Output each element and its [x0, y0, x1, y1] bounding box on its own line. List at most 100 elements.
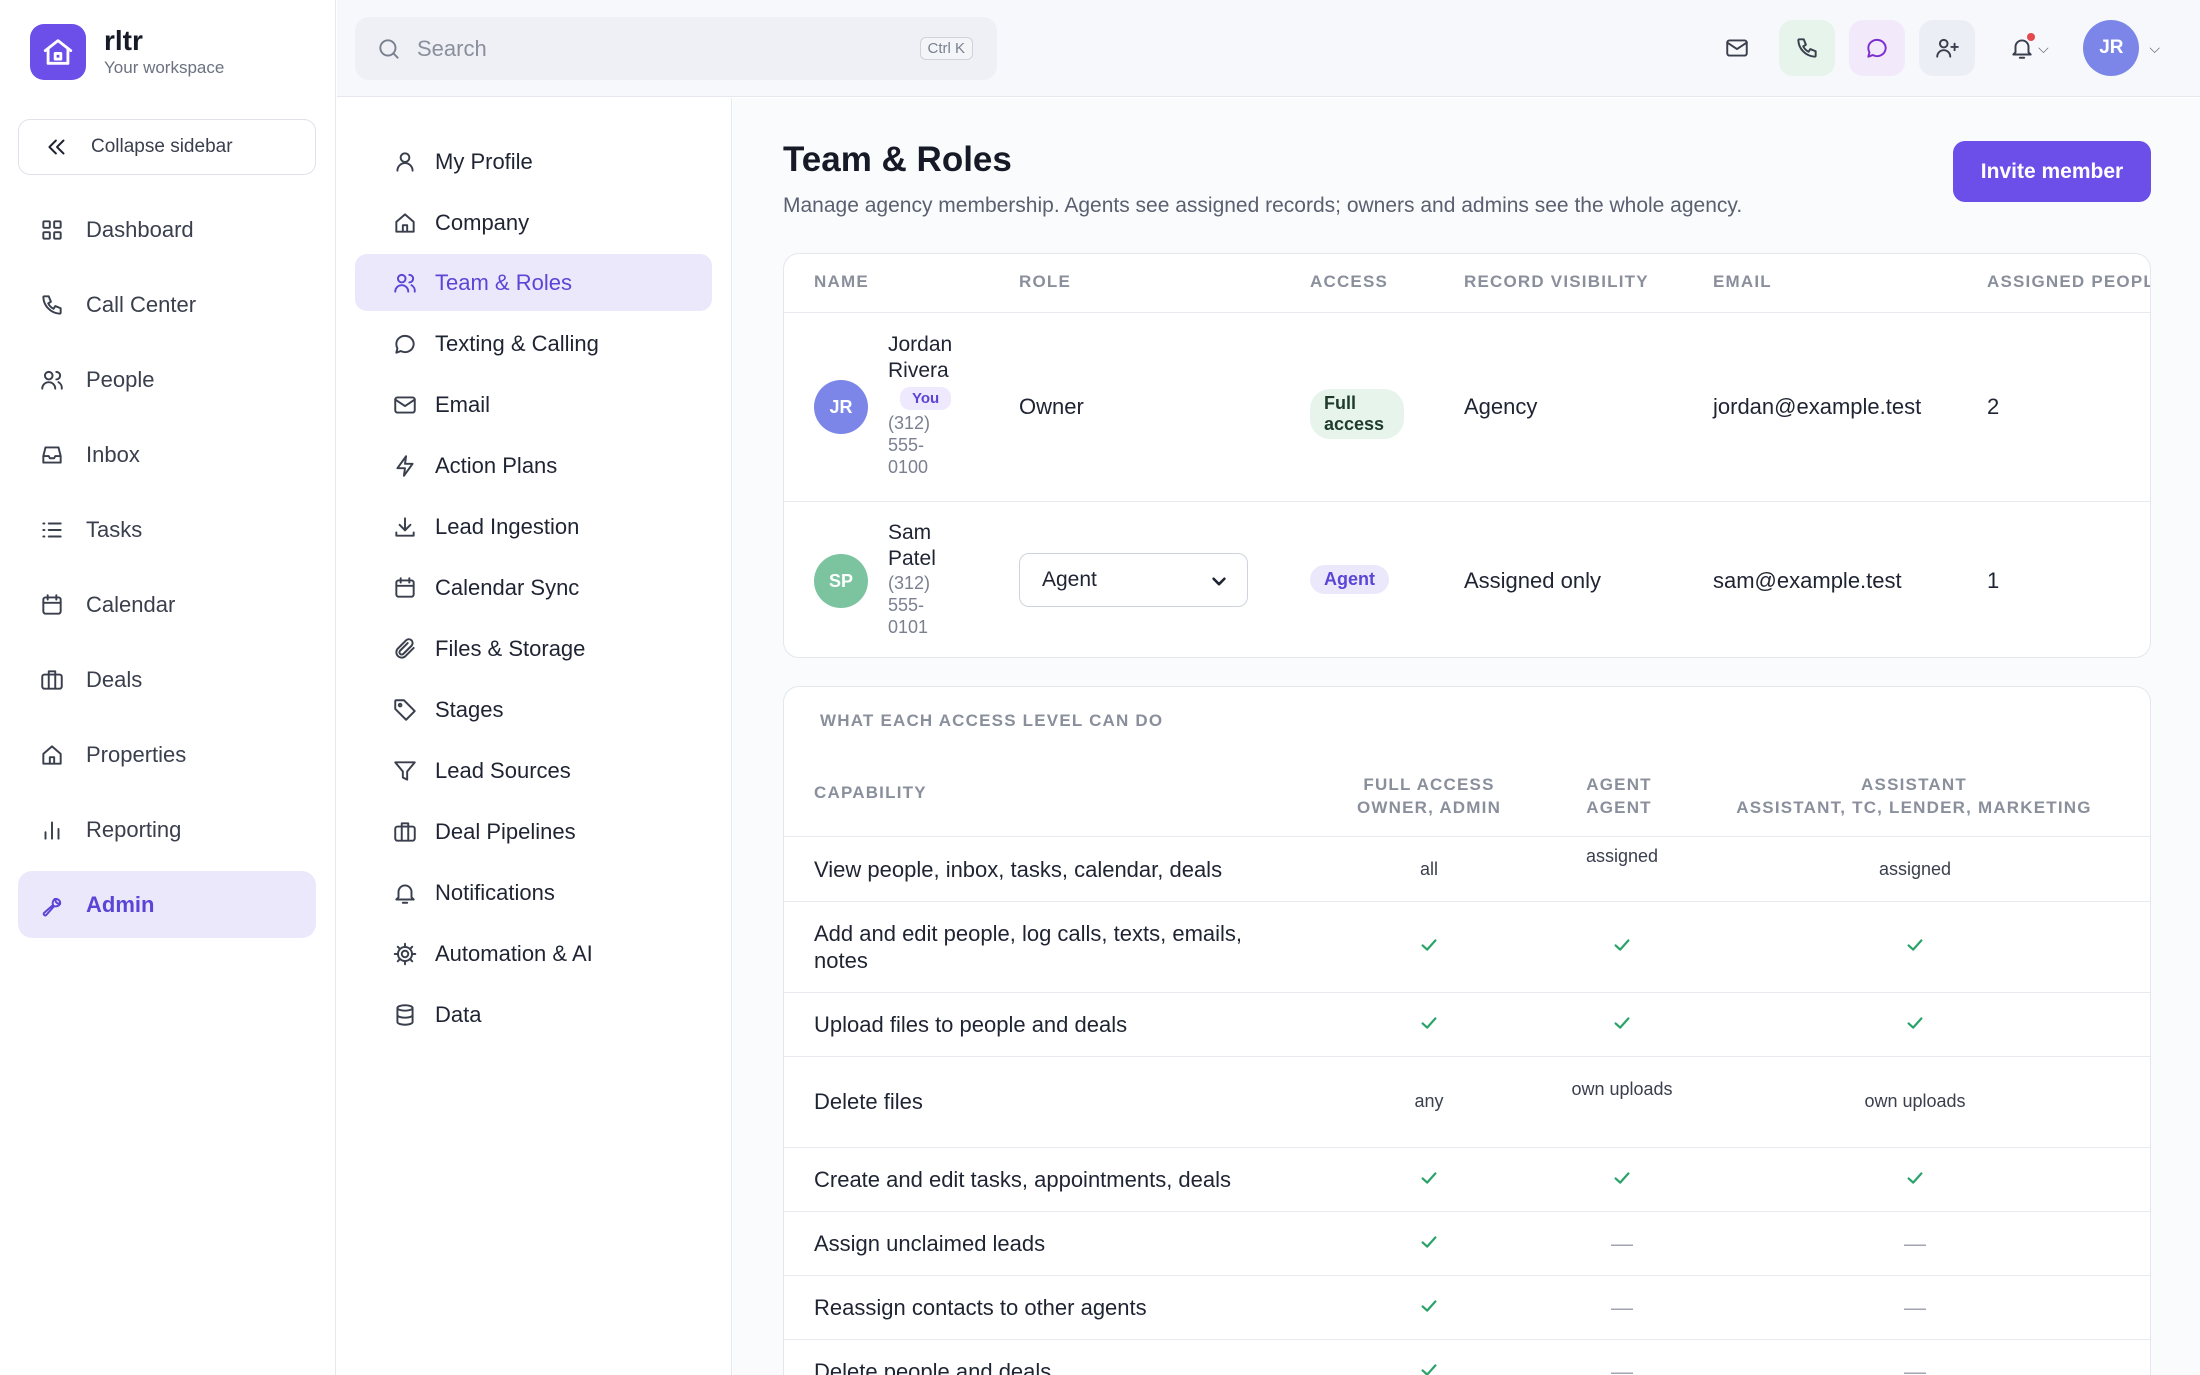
column-header-role: ROLE — [1019, 272, 1072, 291]
sidebar-item-properties[interactable]: Properties — [18, 721, 316, 788]
settings-item-team-roles[interactable]: Team & Roles — [355, 254, 712, 311]
sidebar-item-tasks[interactable]: Tasks — [18, 496, 316, 563]
check-icon — [1557, 934, 1687, 963]
record-visibility: Agency — [1464, 394, 1538, 419]
user-icon — [391, 148, 419, 176]
capability-label: Delete people and deals — [814, 1358, 1052, 1375]
settings-item-company[interactable]: Company — [355, 194, 712, 251]
settings-item-calendar-sync[interactable]: Calendar Sync — [355, 559, 712, 616]
column-header-access: ACCESS — [1310, 272, 1389, 291]
settings-item-label: Company — [435, 209, 530, 235]
row-divider — [784, 992, 2150, 993]
member-phone: (312) 555-0101 — [888, 573, 931, 637]
collapse-sidebar-button[interactable]: Collapse sidebar — [18, 119, 316, 175]
sidebar-item-label: People — [86, 366, 155, 392]
row-divider — [784, 1211, 2150, 1212]
sidebar-item-label: Deals — [86, 666, 143, 692]
list-icon — [38, 516, 66, 544]
settings-item-label: Email — [435, 391, 491, 417]
settings-item-notifications[interactable]: Notifications — [355, 864, 712, 921]
settings-item-stages[interactable]: Stages — [355, 681, 712, 738]
database-icon — [391, 1001, 419, 1029]
settings-item-my-profile[interactable]: My Profile — [355, 133, 712, 190]
download-icon — [391, 513, 419, 541]
record-visibility: Assigned only — [1464, 568, 1601, 593]
sidebar-item-label: Reporting — [86, 816, 182, 842]
mail-icon — [391, 391, 419, 419]
sidebar-item-admin[interactable]: Admin — [18, 871, 316, 938]
sidebar-item-reporting[interactable]: Reporting — [18, 796, 316, 863]
top-bar: Ctrl K ⌵ JR ⌵ — [337, 0, 2200, 97]
sidebar-item-label: Tasks — [86, 516, 143, 542]
access-badge: Agent — [1310, 565, 1389, 594]
messages-button[interactable] — [1849, 20, 1906, 76]
member-email: jordan@example.test — [1713, 394, 1922, 419]
avatar: JR — [2083, 20, 2140, 76]
role-select[interactable]: Agent — [1019, 553, 1248, 607]
row-divider — [784, 1056, 2150, 1057]
settings-item-label: Files & Storage — [435, 635, 586, 661]
dash-icon: — — [1611, 1358, 1633, 1375]
add-person-button[interactable] — [1919, 20, 1976, 76]
sidebar-item-label: Calendar — [86, 591, 176, 617]
assigned-count: 2 — [1987, 394, 2000, 419]
home-logo-icon — [30, 24, 86, 80]
column-header-assigned: ASSIGNED PEOPLE — [1987, 272, 2151, 291]
capability-label: Add and edit people, log calls, texts, e… — [814, 920, 1243, 973]
briefcase-icon — [38, 666, 66, 694]
settings-item-data[interactable]: Data — [355, 986, 712, 1043]
tag-icon — [391, 696, 419, 724]
dash-icon: — — [1904, 1294, 1926, 1320]
settings-item-label: Action Plans — [435, 452, 558, 478]
row-divider — [784, 1339, 2150, 1340]
column-header-agent: AGENT AGENT — [1544, 773, 1694, 819]
sidebar-item-calendar[interactable]: Calendar — [18, 571, 316, 638]
workspace-name: Your workspace — [104, 58, 225, 77]
capability-label: Reassign contacts to other agents — [814, 1294, 1147, 1320]
permission-value: own uploads — [1571, 1078, 1673, 1099]
invite-member-button[interactable]: Invite member — [1953, 141, 2151, 202]
bell-icon — [391, 879, 419, 907]
settings-item-action-plans[interactable]: Action Plans — [355, 437, 712, 494]
sidebar-item-deals[interactable]: Deals — [18, 646, 316, 713]
team-icon — [391, 269, 419, 297]
search-box[interactable]: Ctrl K — [355, 17, 997, 80]
check-icon — [1557, 1167, 1687, 1196]
email-button[interactable] — [1709, 20, 1765, 76]
settings-item-email[interactable]: Email — [355, 376, 712, 433]
row-divider — [784, 1275, 2150, 1276]
search-icon — [375, 35, 403, 63]
check-icon — [1354, 1167, 1504, 1196]
header-divider — [784, 312, 2150, 313]
settings-item-lead-sources[interactable]: Lead Sources — [355, 742, 712, 799]
gear-icon — [391, 940, 419, 968]
check-icon — [1785, 1012, 2045, 1041]
settings-item-files-storage[interactable]: Files & Storage — [355, 620, 712, 677]
sidebar-item-inbox[interactable]: Inbox — [18, 421, 316, 488]
phone-icon — [38, 291, 66, 319]
user-menu-button[interactable]: JR ⌵ — [2083, 20, 2160, 76]
settings-item-texting-calling[interactable]: Texting & Calling — [355, 315, 712, 372]
calendar-icon — [391, 574, 419, 602]
column-subtitle: OWNER, ADMIN — [1356, 798, 1502, 817]
chevron-down-icon: ⌵ — [2149, 39, 2160, 56]
settings-item-label: Lead Sources — [435, 757, 571, 783]
settings-item-deal-pipelines[interactable]: Deal Pipelines — [355, 803, 712, 860]
access-levels-card: WHAT EACH ACCESS LEVEL CAN DO CAPABILITY… — [783, 686, 2151, 1375]
brand[interactable]: rltr Your workspace — [30, 24, 224, 80]
lightning-icon — [391, 452, 419, 480]
settings-item-label: My Profile — [435, 148, 533, 174]
settings-item-lead-ingestion[interactable]: Lead Ingestion — [355, 498, 712, 555]
main-nav: Dashboard Call Center People Inbox Tasks… — [18, 196, 316, 946]
briefcase-icon — [391, 818, 419, 846]
sidebar-item-dashboard[interactable]: Dashboard — [18, 196, 316, 263]
settings-item-label: Deal Pipelines — [435, 818, 576, 844]
wrench-icon — [38, 891, 66, 919]
dashboard-icon — [38, 216, 66, 244]
phone-button[interactable] — [1779, 20, 1836, 76]
search-input[interactable] — [417, 35, 877, 62]
settings-item-automation-ai[interactable]: Automation & AI — [355, 925, 712, 982]
notifications-button[interactable]: ⌵ — [1995, 20, 2061, 76]
sidebar-item-people[interactable]: People — [18, 346, 316, 413]
sidebar-item-call-center[interactable]: Call Center — [18, 271, 316, 338]
